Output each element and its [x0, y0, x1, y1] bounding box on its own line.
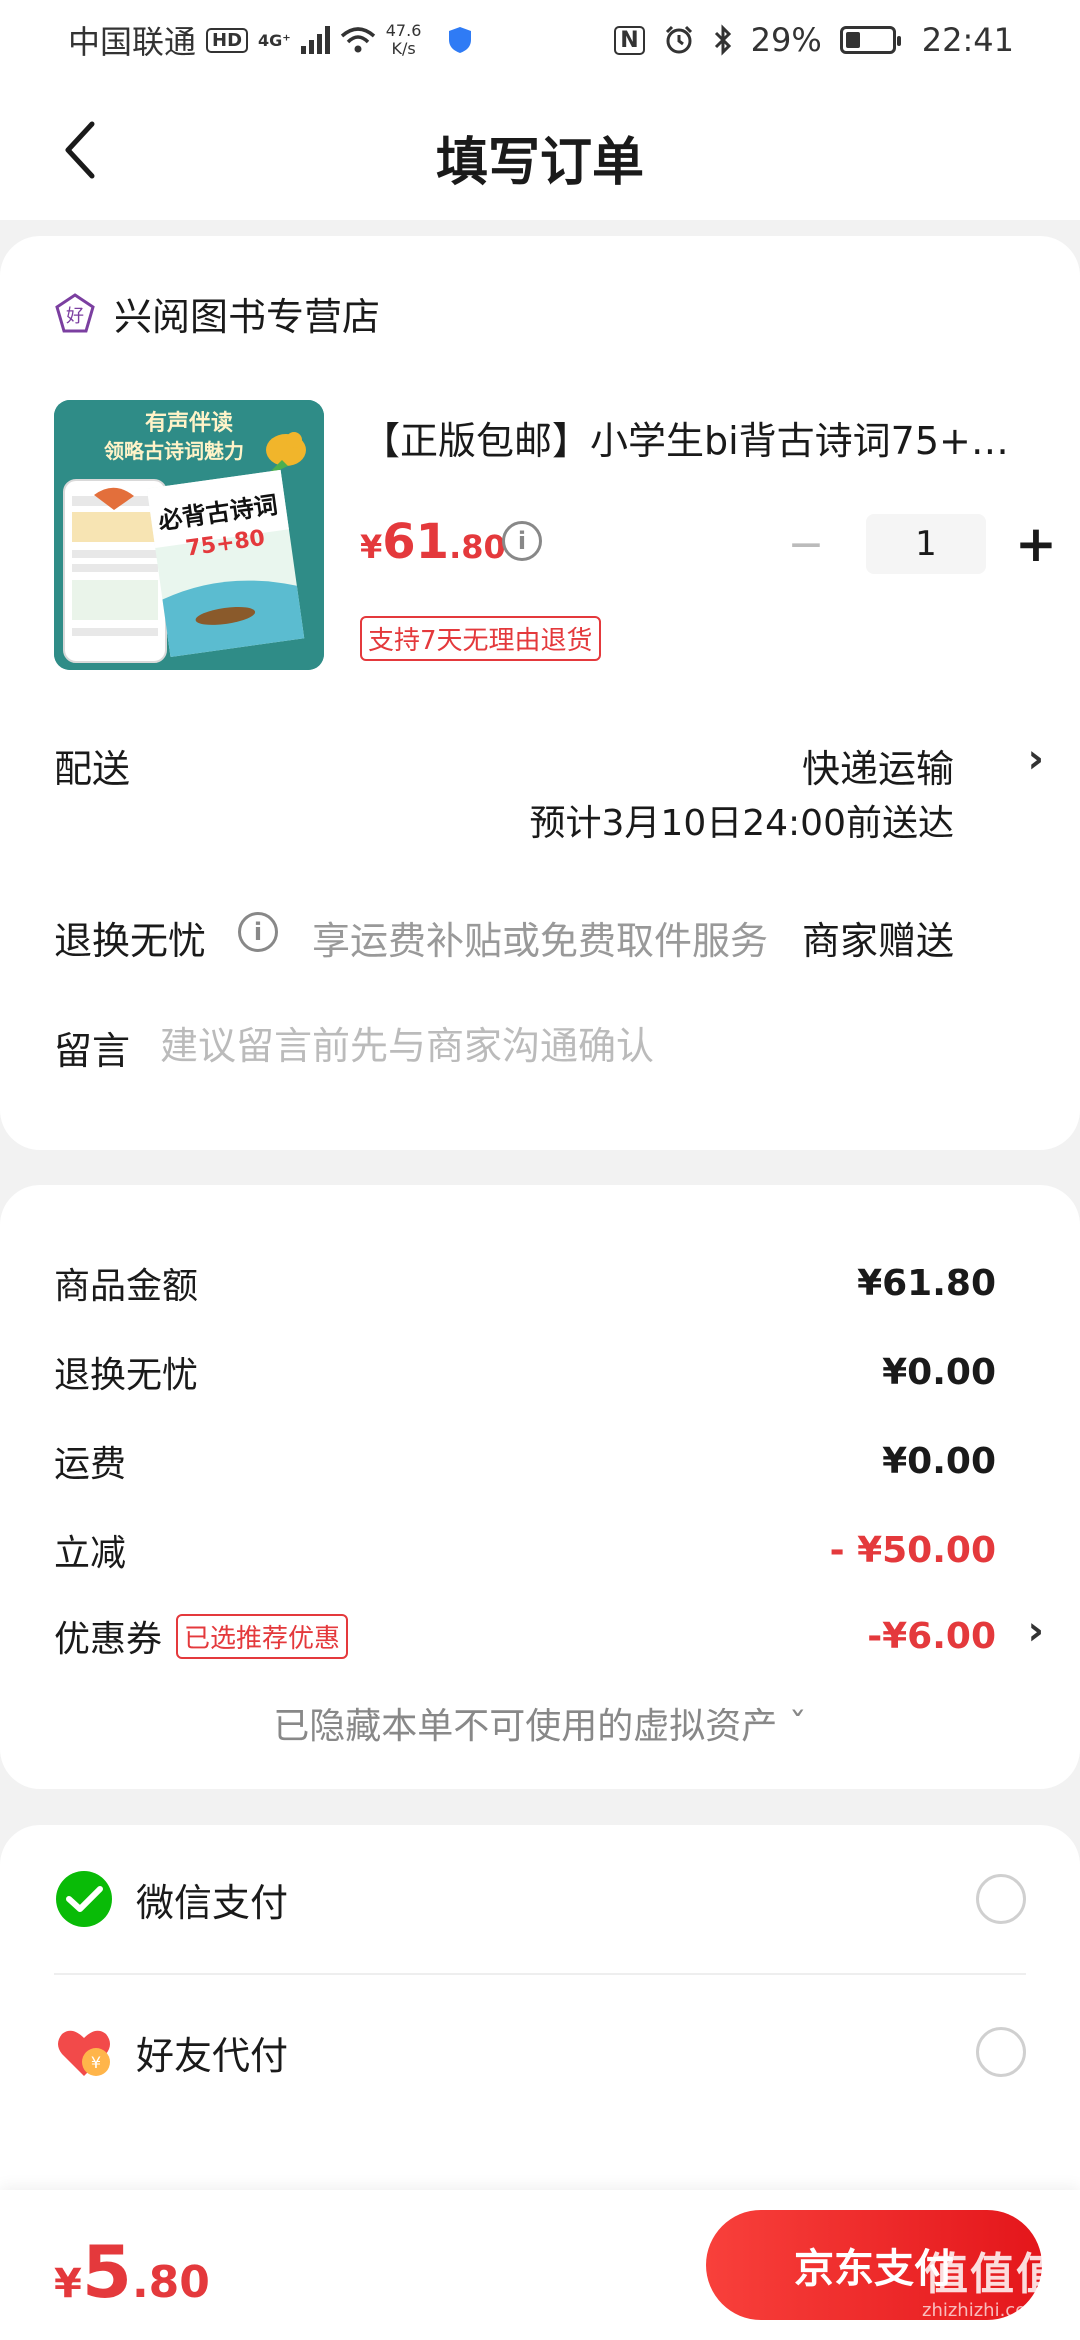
exchange-amount-value: ¥0.00	[882, 1351, 996, 1393]
summary-row-coupon[interactable]: 优惠券 已选推荐优惠 -¥6.00	[54, 1610, 996, 1662]
payment-option-friend[interactable]: ¥ 好友代付	[54, 1977, 1026, 2127]
signal-icon	[300, 26, 330, 54]
clock-time: 22:41	[921, 21, 1014, 59]
note-label: 留言	[54, 1029, 131, 1073]
image-line1: 有声伴读	[145, 410, 233, 436]
product-price: ¥ 61 .80	[360, 514, 506, 570]
page-title: 填写订单	[435, 133, 644, 193]
exchange-label: 退换无忧	[54, 919, 207, 963]
status-bar: 中国联通 HD 4G⁺ 47.6 K/s N 29% 22:41	[0, 0, 1080, 80]
battery-icon	[839, 26, 901, 54]
summary-row-shipping: 运费 ¥0.00	[54, 1435, 996, 1487]
hidden-assets-toggle[interactable]: 已隐藏本单不可使用的虚拟资产 ˇ	[0, 1697, 1080, 1749]
status-right: N 29% 22:41	[614, 21, 1014, 59]
payment-option-wechat[interactable]: 微信支付	[54, 1825, 1026, 1975]
goods-amount-value: ¥61.80	[857, 1262, 996, 1304]
network-speed: 47.6 K/s	[386, 22, 422, 58]
svg-text:¥: ¥	[91, 2053, 101, 2072]
quantity-plus-button[interactable]: +	[1006, 514, 1066, 574]
delivery-eta: 预计3月10日24:00前送达	[529, 803, 954, 844]
summary-row-exchange: 退换无忧 ¥0.00	[54, 1346, 996, 1398]
wechat-pay-label: 微信支付	[136, 1880, 289, 1925]
coupon-badge: 已选推荐优惠	[176, 1613, 349, 1659]
wechat-pay-radio[interactable]	[976, 1874, 1026, 1924]
header: 填写订单	[0, 80, 1080, 220]
friend-pay-radio[interactable]	[976, 2027, 1026, 2077]
summary-row-goods: 商品金额 ¥61.80	[54, 1257, 996, 1309]
bottom-bar: ¥ 5 .80 京东支付	[0, 2190, 1080, 2340]
note-input[interactable]	[160, 1018, 1020, 1074]
hd-icon: HD	[206, 27, 249, 53]
store-badge-char: 好	[66, 306, 84, 327]
exchange-amount-label: 退换无忧	[54, 1355, 199, 1396]
heart-friend-pay-icon: ¥	[58, 2030, 110, 2076]
price-integer: 61	[382, 514, 450, 570]
total-integer: 5	[81, 2230, 132, 2314]
store-header[interactable]: 好 兴阅图书专营店	[54, 286, 380, 341]
price-decimal: .80	[449, 528, 506, 566]
network-label: 4G⁺	[258, 30, 291, 50]
exchange-description: 享运费补贴或免费取件服务	[312, 919, 769, 963]
delivery-method[interactable]: 快递运输	[802, 738, 954, 793]
delivery-label: 配送	[54, 747, 131, 791]
store-name: 兴阅图书专营店	[114, 295, 381, 339]
exchange-gift: 商家赠送	[801, 919, 954, 963]
battery-percent: 29%	[750, 21, 822, 59]
speed-value: 47.6	[385, 21, 422, 40]
friend-pay-label: 好友代付	[136, 2033, 289, 2078]
total-decimal: .80	[131, 2257, 210, 2308]
price-symbol: ¥	[360, 528, 383, 566]
carrier-label: 中国联通	[68, 23, 197, 61]
price-info-icon[interactable]: i	[502, 521, 542, 561]
product-title[interactable]: 【正版包邮】小学生bi背古诗词75+80首	[362, 410, 1022, 465]
coupon-label: 优惠券	[54, 1619, 163, 1660]
wechat-pay-icon	[56, 1871, 112, 1927]
speed-unit: K/s	[391, 39, 416, 58]
summary-row-discount: 立减 - ¥50.00	[54, 1524, 996, 1576]
exchange-info-icon[interactable]: i	[238, 912, 278, 952]
product-image[interactable]: 有声伴读 领略古诗词魅力 必背古诗词 75+80	[54, 400, 324, 670]
price-summary-card: 商品金额 ¥61.80 退换无忧 ¥0.00 运费 ¥0.00 立减 - ¥50…	[0, 1185, 1080, 1789]
quantity-value[interactable]: 1	[866, 514, 986, 574]
watermark-logo: 值值值	[924, 2249, 1062, 2300]
wifi-icon	[340, 27, 375, 53]
store-good-icon: 好	[55, 292, 95, 332]
shipping-value: ¥0.00	[882, 1440, 996, 1482]
quantity-minus-button[interactable]: −	[776, 514, 836, 574]
image-line2: 领略古诗词魅力	[104, 439, 244, 463]
return-policy-badge: 支持7天无理由退货	[360, 616, 601, 661]
chevron-right-icon[interactable]: ›	[1028, 1608, 1044, 1654]
shield-icon	[449, 27, 472, 53]
watermark-site: zhizhizhi.com	[922, 2300, 1044, 2321]
order-card: 好 兴阅图书专营店 有声伴读 领略古诗词魅力 必背古诗词 75+80 【正版包邮…	[0, 236, 1080, 1150]
discount-label: 立减	[54, 1533, 127, 1574]
discount-value: - ¥50.00	[829, 1529, 996, 1571]
chevron-right-icon[interactable]: ›	[1028, 736, 1044, 782]
bluetooth-icon	[714, 24, 731, 56]
alarm-icon	[665, 25, 692, 54]
status-left: 中国联通 HD 4G⁺ 47.6 K/s	[68, 17, 473, 63]
nfc-icon: N	[614, 25, 645, 55]
coupon-value: -¥6.00	[867, 1615, 996, 1657]
goods-amount-label: 商品金额	[54, 1266, 199, 1307]
quantity-stepper: − 1 +	[776, 514, 1066, 574]
order-total: ¥ 5 .80	[54, 2230, 210, 2314]
total-symbol: ¥	[54, 2261, 82, 2307]
shipping-label: 运费	[54, 1444, 127, 1485]
product-cover-illustration: 有声伴读 领略古诗词魅力 必背古诗词 75+80	[54, 400, 324, 670]
